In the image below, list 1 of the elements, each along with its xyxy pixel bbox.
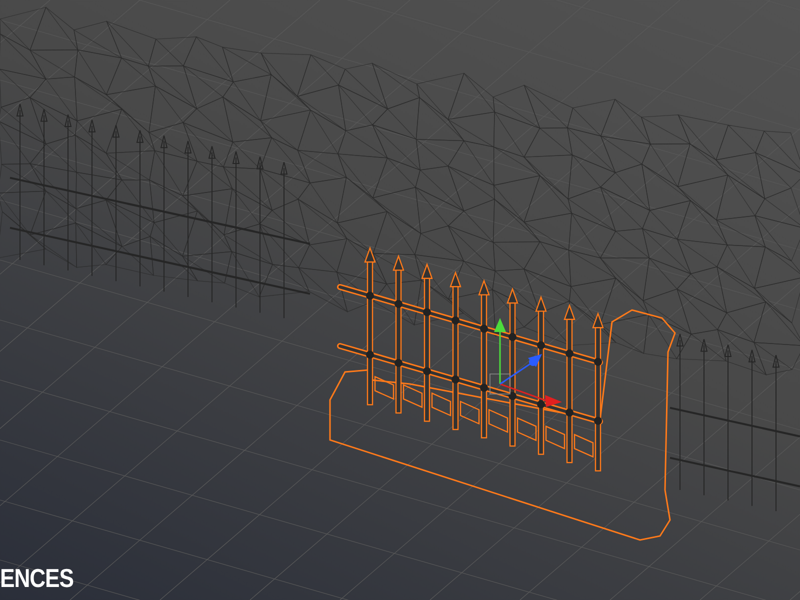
caption-text: ENCES <box>0 563 74 593</box>
